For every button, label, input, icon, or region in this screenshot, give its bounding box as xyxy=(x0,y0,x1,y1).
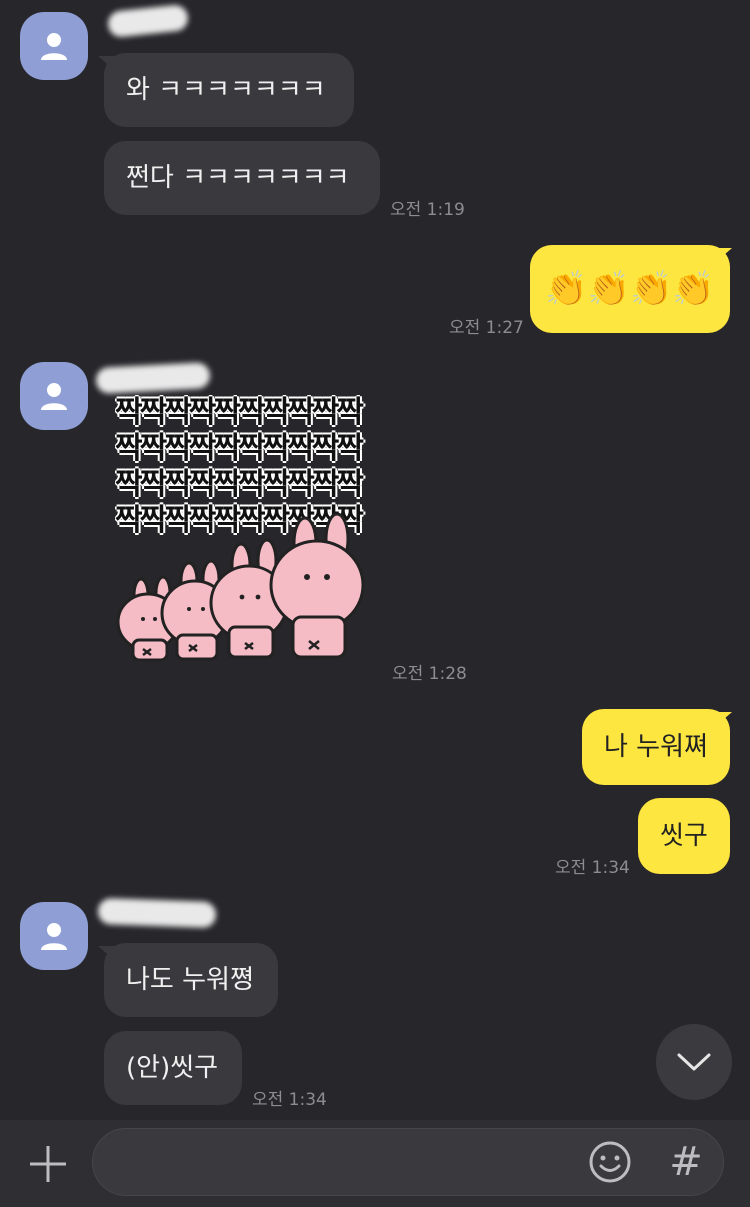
message-text: 나 누워쪄 xyxy=(604,732,708,762)
message-bubble[interactable]: 쩐다 ㅋㅋㅋㅋㅋㅋㅋ xyxy=(104,141,380,215)
sender-avatar[interactable] xyxy=(20,902,88,970)
scroll-to-bottom-button[interactable] xyxy=(656,1024,732,1100)
message-bubble[interactable]: 와 ㅋㅋㅋㅋㅋㅋㅋ xyxy=(104,53,354,127)
message-timestamp: 오전 1:27 xyxy=(449,318,524,338)
message-text: 씻구 xyxy=(660,821,708,851)
message-timestamp: 오전 1:34 xyxy=(555,858,630,878)
chevron-down-icon xyxy=(677,1053,711,1071)
message-timestamp: 오전 1:34 xyxy=(252,1090,327,1110)
sticker-image[interactable]: 짝짝짝짝짝짝짝짝짝짝짝짝짝짝짝짝짝짝짝짝짝짝짝짝짝짝짝짝짝짝짝짝짝짝짝짝짝짝짝짝 xyxy=(115,395,375,665)
message-bubble[interactable]: 나 누워쪄 xyxy=(582,709,730,785)
plus-icon[interactable] xyxy=(24,1140,72,1188)
message-bubble[interactable]: 씻구 xyxy=(638,798,730,874)
message-timestamp: 오전 1:19 xyxy=(390,200,465,220)
message-bubble[interactable]: 👏👏👏👏 xyxy=(530,245,730,333)
person-icon xyxy=(41,33,67,60)
message-text: 쩐다 ㅋㅋㅋㅋㅋㅋㅋ xyxy=(126,163,350,193)
person-icon xyxy=(41,923,67,950)
sender-name-redacted xyxy=(97,897,217,929)
message-text: 나도 누워쪙 xyxy=(126,965,254,995)
message-text: 와 ㅋㅋㅋㅋㅋㅋㅋ xyxy=(126,75,326,105)
sender-avatar[interactable] xyxy=(20,12,88,80)
hash-icon[interactable]: # xyxy=(666,1138,706,1186)
sender-name-redacted xyxy=(95,362,211,394)
message-timestamp: 오전 1:28 xyxy=(392,664,467,684)
sender-avatar[interactable] xyxy=(20,362,88,430)
person-icon xyxy=(41,383,67,410)
message-input[interactable] xyxy=(117,1139,581,1187)
bunny-sticker-art xyxy=(116,512,365,662)
sender-name-redacted xyxy=(106,3,190,39)
message-bubble[interactable]: (안)씻구 xyxy=(104,1031,242,1105)
smiley-icon[interactable] xyxy=(588,1140,632,1184)
clap-emoji-text: 👏👏👏👏 xyxy=(545,269,715,309)
message-text: (안)씻구 xyxy=(126,1053,219,1083)
message-bubble[interactable]: 나도 누워쪙 xyxy=(104,943,278,1017)
